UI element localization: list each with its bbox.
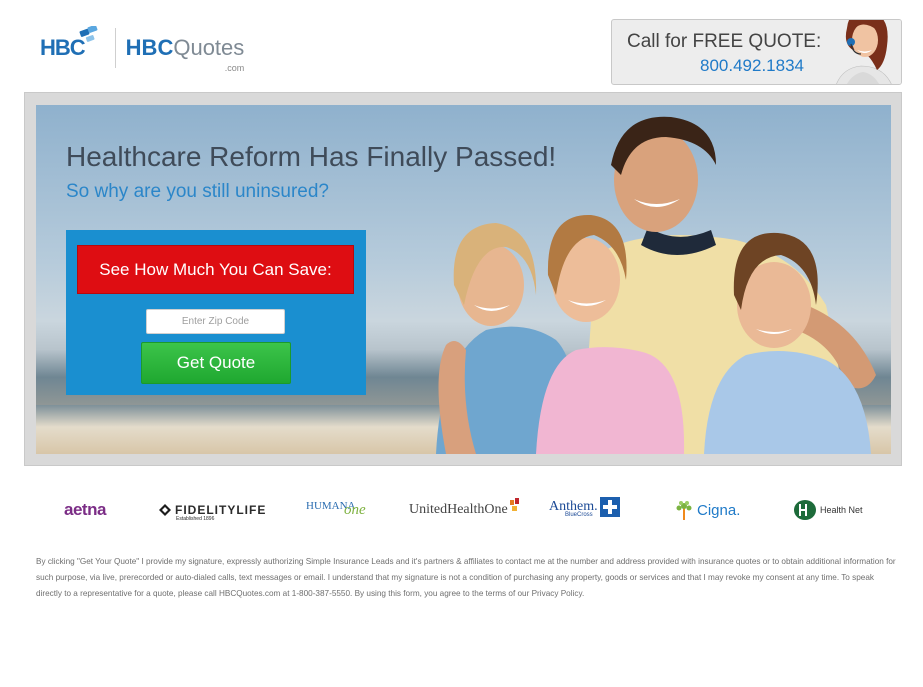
health-net-logo: Health Net bbox=[794, 494, 863, 526]
site-header: HBC HBCQuotes .com Call for FREE QUOTE: … bbox=[0, 0, 923, 92]
humana-one-text: one bbox=[344, 502, 366, 518]
aetna-logo: aetna bbox=[64, 494, 106, 526]
cigna-logo-text: Cigna. bbox=[697, 501, 741, 519]
get-quote-button[interactable]: Get Quote bbox=[141, 342, 291, 384]
blue-cross-icon bbox=[599, 497, 620, 517]
zip-code-input[interactable] bbox=[146, 309, 285, 334]
hbc-quotes-logo[interactable]: HBC HBCQuotes .com bbox=[40, 26, 245, 74]
wordmark-bold: HBC bbox=[125, 35, 174, 60]
anthem-bluecross-logo: Anthem. BlueCross bbox=[549, 491, 620, 523]
call-title: Call for FREE QUOTE: bbox=[627, 31, 822, 52]
hbcquotes-wordmark: HBCQuotes .com bbox=[125, 35, 245, 74]
hbc-logo-swoosh-icon bbox=[79, 26, 98, 42]
hero-frame: Healthcare Reform Has Finally Passed! So… bbox=[24, 92, 902, 466]
hero-subhead: So why are you still uninsured? bbox=[66, 181, 329, 202]
quote-form: See How Much You Can Save: Get Quote bbox=[66, 230, 366, 395]
hbc-logo: HBC bbox=[40, 26, 98, 61]
fidelity-emblem-icon bbox=[159, 504, 171, 516]
logo-divider bbox=[114, 28, 116, 68]
fidelity-logo-text: FIDELITYLIFE bbox=[175, 503, 267, 517]
anthem-logo-sub: BlueCross bbox=[565, 512, 593, 518]
wordmark-dotcom: .com bbox=[224, 63, 245, 73]
uho-logo-text: UnitedHealthOne bbox=[409, 502, 508, 517]
hero-banner: Healthcare Reform Has Finally Passed! So… bbox=[36, 105, 891, 454]
call-for-quote-box[interactable]: Call for FREE QUOTE: 800.492.1834 bbox=[611, 19, 902, 85]
partner-logos: aetna FIDELITYLIFE Established 1896 HUMA… bbox=[0, 494, 923, 526]
health-net-emblem-icon bbox=[794, 500, 816, 520]
cigna-logo: Cigna. bbox=[675, 494, 740, 526]
hero-headline: Healthcare Reform Has Finally Passed! bbox=[66, 141, 557, 172]
cigna-tree-icon bbox=[676, 501, 692, 520]
save-banner: See How Much You Can Save: bbox=[77, 245, 354, 294]
humana-one-logo: HUMANA one bbox=[306, 490, 366, 522]
fidelity-logo-sub: Established 1896 bbox=[176, 516, 215, 522]
fidelity-life-logo: FIDELITYLIFE Established 1896 bbox=[158, 494, 266, 526]
call-phone-number[interactable]: 800.492.1834 bbox=[700, 56, 804, 76]
aetna-logo-text: aetna bbox=[64, 500, 106, 519]
unitedhealthone-logo: UnitedHealthOne bbox=[409, 494, 521, 526]
uho-emblem-icon bbox=[509, 498, 519, 511]
call-agent-photo bbox=[823, 20, 901, 84]
health-net-logo-text: Health Net bbox=[820, 505, 863, 515]
legal-disclaimer: By clicking "Get Your Quote" I provide m… bbox=[36, 557, 896, 598]
